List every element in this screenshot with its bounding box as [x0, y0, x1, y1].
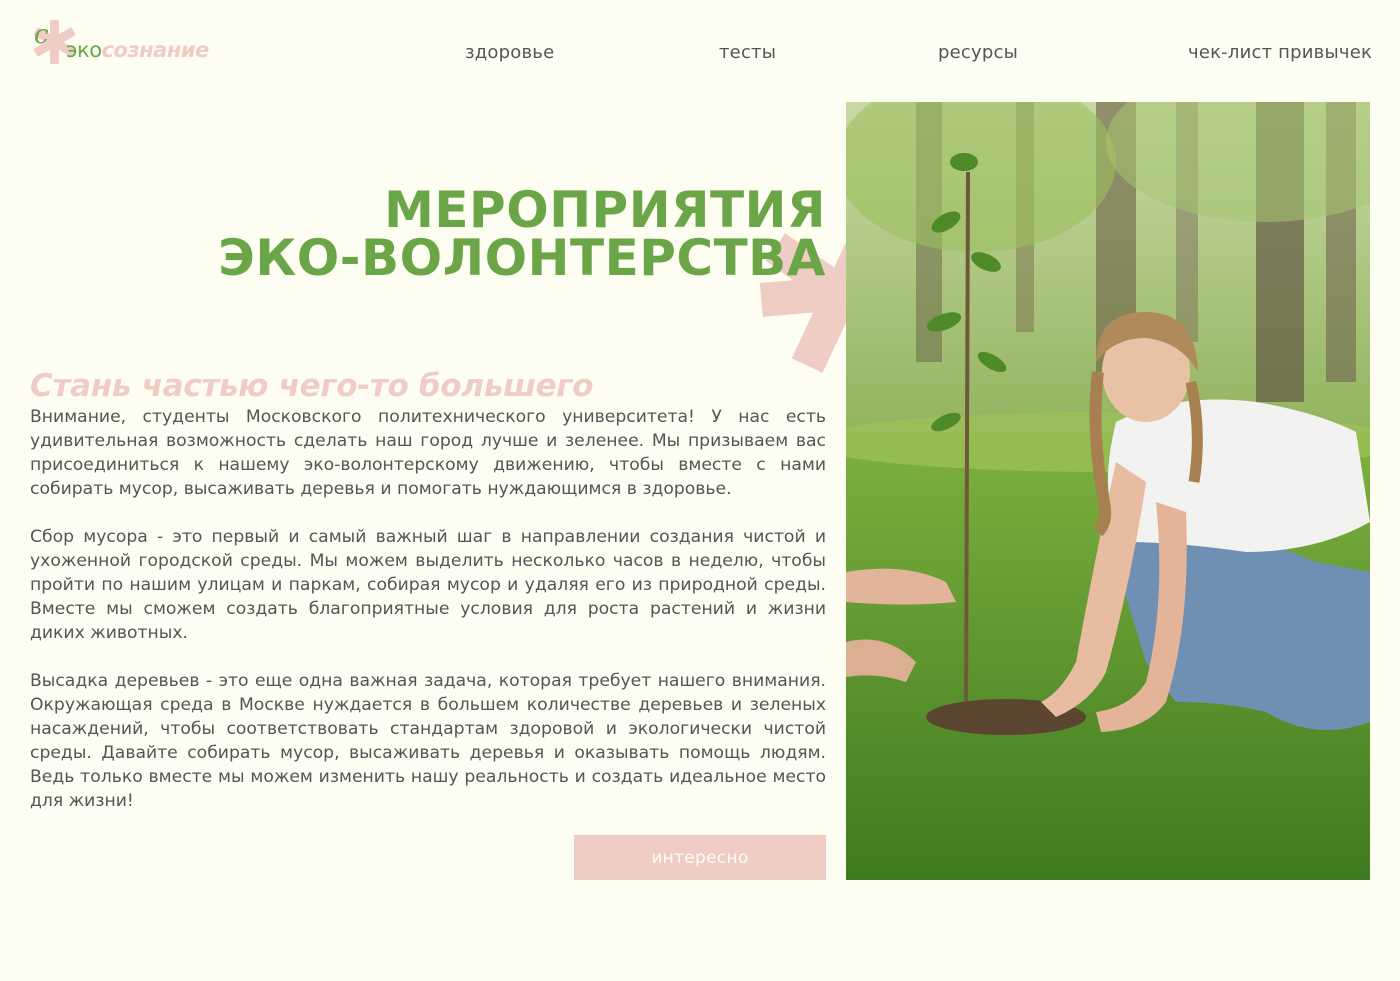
- page-subtitle: Стань частью чего-то большего: [30, 368, 594, 404]
- intro-text: Внимание, студенты Московского политехни…: [30, 405, 826, 837]
- page-title-line-2: ЭКО-ВОЛОНТЕРСТВА: [218, 229, 826, 287]
- page-title: МЕРОПРИЯТИЯ ЭКО-ВОЛОНТЕРСТВА: [180, 181, 826, 287]
- nav-link-health[interactable]: здоровье: [465, 42, 554, 63]
- nav-link-tests[interactable]: тесты: [719, 42, 776, 63]
- logo-wordmark: экосознание: [66, 38, 209, 62]
- paragraph: Сбор мусора - это первый и самый важный …: [30, 527, 826, 643]
- logo-monogram: с: [34, 20, 49, 50]
- interested-button[interactable]: интересно: [574, 835, 826, 880]
- site-logo[interactable]: с экосознание: [30, 18, 240, 66]
- nav-link-habits-checklist[interactable]: чек-лист привычек: [1188, 42, 1372, 63]
- logo-suffix: сознание: [101, 38, 210, 62]
- paragraph: Внимание, студенты Московского политехни…: [30, 407, 826, 499]
- volunteer-planting-tree-icon: [846, 102, 1370, 880]
- hero-photo: [846, 102, 1370, 880]
- paragraph: Высадка деревьев - это еще одна важная з…: [30, 671, 826, 811]
- nav-link-resources[interactable]: ресурсы: [938, 42, 1018, 63]
- logo-prefix: эко: [66, 38, 102, 62]
- page-title-line-1: МЕРОПРИЯТИЯ: [384, 181, 826, 239]
